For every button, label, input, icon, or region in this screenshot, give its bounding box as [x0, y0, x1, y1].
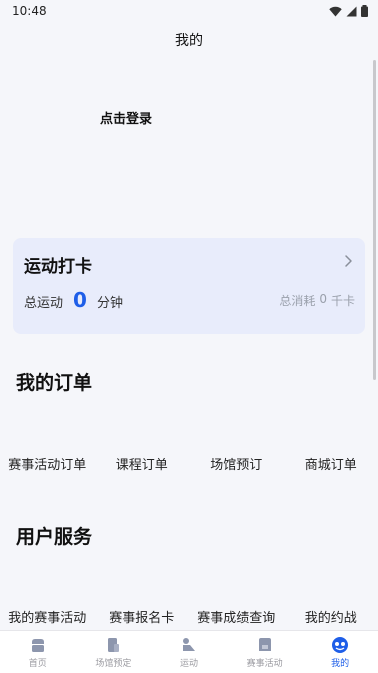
service-my-events-link[interactable]: 我的赛事活动	[0, 607, 95, 626]
orders-heading: 我的订单	[16, 372, 93, 394]
tab-home[interactable]: 首页	[0, 631, 76, 673]
tab-home-label: 首页	[28, 659, 47, 669]
venue-icon	[108, 638, 120, 652]
order-mall-link[interactable]: 商城订单	[284, 454, 378, 473]
profile-icon	[332, 637, 349, 653]
home-icon	[31, 639, 44, 652]
total-label: 总运动	[24, 296, 64, 311]
tab-event[interactable]: 赛事活动	[227, 631, 303, 673]
consume-unit: 千卡	[330, 294, 355, 308]
total-consumption: 总消耗 0 千卡	[279, 292, 355, 309]
service-my-challenges-link[interactable]: 我的约战	[284, 607, 378, 626]
chevron-right-icon[interactable]	[341, 254, 355, 268]
service-results-link[interactable]: 赛事成绩查询	[189, 607, 284, 626]
tab-event-label: 赛事活动	[246, 659, 283, 669]
tab-sport-label: 运动	[179, 659, 198, 669]
total-value: 0	[73, 288, 87, 312]
screen: 10:48 我的 点击登录 运动打卡 总运动 0 分钟 总消耗 0 千卡 我的订…	[0, 0, 378, 673]
tab-profile[interactable]: 我的	[302, 631, 378, 673]
tab-bar: 首页 场馆预定 运动 赛事活动 我的	[0, 630, 378, 673]
status-time: 10:48	[12, 4, 47, 18]
status-bar: 10:48	[0, 0, 378, 22]
login-link[interactable]: 点击登录	[100, 108, 152, 127]
consume-value: 0	[319, 292, 327, 306]
order-venue-link[interactable]: 场馆预订	[189, 454, 284, 473]
scrollbar[interactable]	[373, 60, 376, 380]
checkin-card[interactable]: 运动打卡 总运动 0 分钟 总消耗 0 千卡	[13, 238, 365, 334]
orders-row: 赛事活动订单 课程订单 场馆预订 商城订单	[0, 454, 378, 473]
page-title: 我的	[175, 33, 203, 49]
tab-sport[interactable]: 运动	[151, 631, 227, 673]
services-heading: 用户服务	[16, 526, 93, 548]
order-course-link[interactable]: 课程订单	[95, 454, 190, 473]
sport-icon	[182, 638, 195, 651]
total-unit: 分钟	[96, 296, 123, 311]
order-event-link[interactable]: 赛事活动订单	[0, 454, 95, 473]
signal-icon	[346, 6, 357, 16]
battery-icon	[361, 5, 368, 17]
total-exercise: 总运动 0 分钟	[24, 288, 123, 312]
tab-venue[interactable]: 场馆预定	[76, 631, 152, 673]
service-registration-card-link[interactable]: 赛事报名卡	[95, 607, 190, 626]
tab-venue-label: 场馆预定	[95, 659, 132, 669]
status-icons	[329, 5, 368, 17]
event-icon	[258, 638, 271, 651]
consume-label: 总消耗	[279, 294, 316, 308]
services-row: 我的赛事活动 赛事报名卡 赛事成绩查询 我的约战	[0, 607, 378, 626]
wifi-icon	[329, 6, 342, 16]
tab-profile-label: 我的	[331, 659, 350, 669]
checkin-title: 运动打卡	[24, 257, 92, 277]
